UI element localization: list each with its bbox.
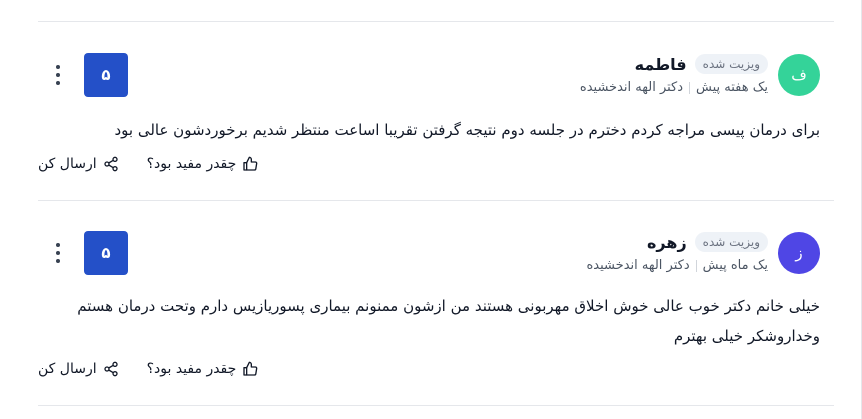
review-header: فاطمه ویزیت شده xyxy=(635,53,768,75)
score-badge: ۵ xyxy=(84,53,128,97)
review-meta: یک ماه پیش دکتر الهه اندخشیده xyxy=(587,258,769,273)
review-text: برای درمان پیسی مراجه کردم دخترم در جلسه… xyxy=(114,121,820,139)
share-icon xyxy=(103,361,118,377)
share-label: ارسال کن xyxy=(38,156,97,172)
avatar: ز xyxy=(778,232,820,274)
meta-separator xyxy=(689,81,691,94)
meta-separator xyxy=(695,259,697,272)
review-text: خیلی خانم دکتر خوب عالی خوش اخلاق مهربون… xyxy=(77,297,820,345)
review-actions: چقدر مفید بود؟ ارسال کن xyxy=(38,156,258,172)
review-time: یک هفته پیش xyxy=(696,80,768,95)
divider xyxy=(38,21,834,22)
thumbs-up-icon xyxy=(243,156,258,171)
avatar: ف xyxy=(778,54,820,96)
more-options-icon[interactable] xyxy=(50,241,66,265)
helpful-button[interactable]: چقدر مفید بود؟ xyxy=(147,361,259,377)
share-button[interactable]: ارسال کن xyxy=(38,361,119,377)
review-meta: یک هفته پیش دکتر الهه اندخشیده xyxy=(580,80,768,95)
review-time: یک ماه پیش xyxy=(702,258,768,273)
helpful-label: چقدر مفید بود؟ xyxy=(146,361,237,377)
reviewer-name: زهره xyxy=(646,232,687,252)
divider xyxy=(38,200,834,201)
visited-badge: ویزیت شده xyxy=(694,54,768,74)
visited-badge: ویزیت شده xyxy=(694,232,768,252)
thumbs-up-icon xyxy=(243,361,258,376)
share-label: ارسال کن xyxy=(38,361,97,377)
share-icon xyxy=(103,156,118,172)
divider xyxy=(38,405,834,406)
doctor-name: دکتر الهه اندخشیده xyxy=(579,80,684,95)
helpful-label: چقدر مفید بود؟ xyxy=(146,156,237,172)
score-badge: ۵ xyxy=(84,231,128,275)
review-actions: چقدر مفید بود؟ ارسال کن xyxy=(38,361,258,377)
review-header: زهره ویزیت شده xyxy=(647,231,768,253)
helpful-button[interactable]: چقدر مفید بود؟ xyxy=(147,156,259,172)
share-button[interactable]: ارسال کن xyxy=(38,156,119,172)
more-options-icon[interactable] xyxy=(50,63,66,87)
reviewer-name: فاطمه xyxy=(634,54,687,74)
doctor-name: دکتر الهه اندخشیده xyxy=(586,258,690,273)
